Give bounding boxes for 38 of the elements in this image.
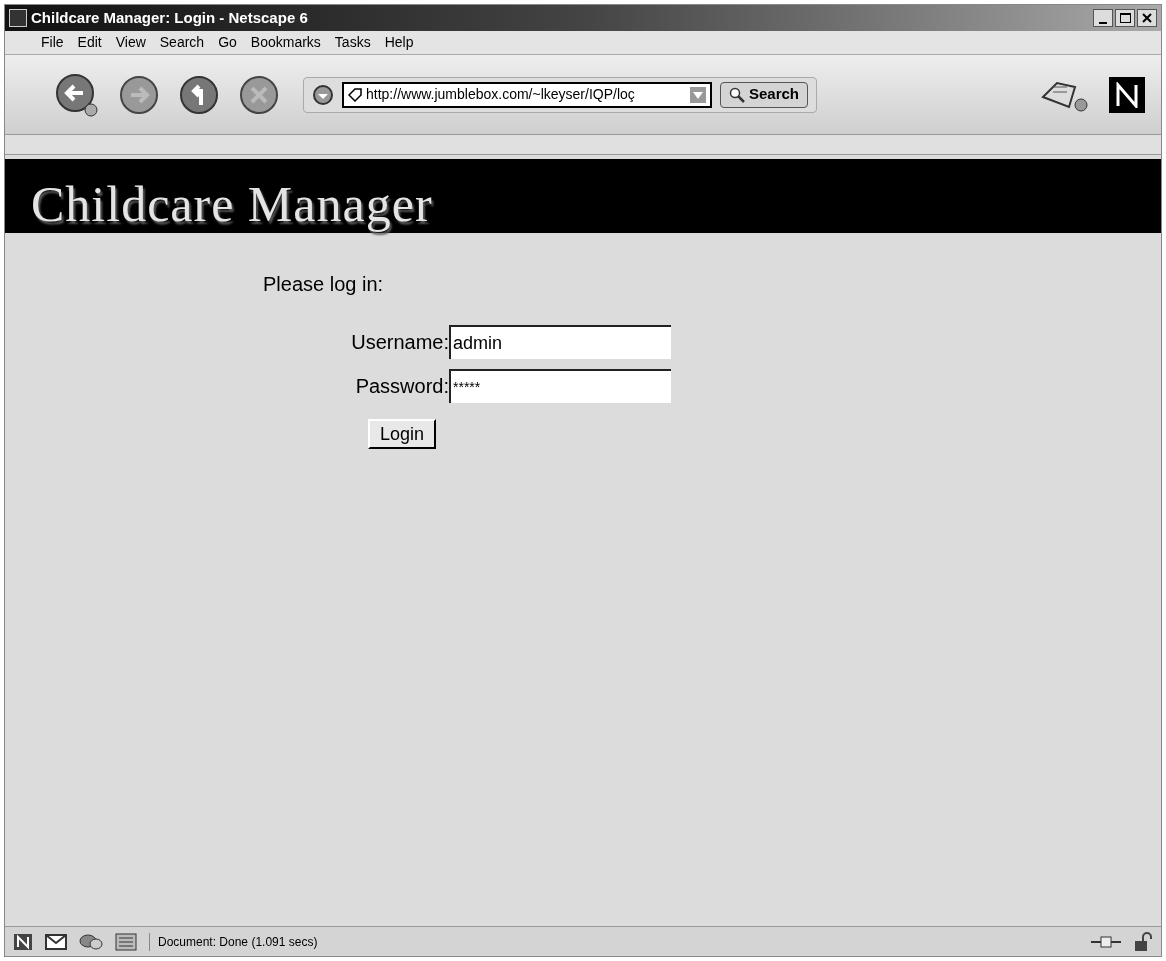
username-field[interactable]: admin [449,325,671,359]
menu-item[interactable]: Tasks [334,32,371,53]
dropdown-icon[interactable] [690,86,706,103]
search-icon [729,86,745,103]
window-title: Childcare Manager: Login - Netscape 6 [31,7,308,28]
banner-title: Childcare Manager [31,175,433,233]
url-field[interactable]: http://www.jumblebox.com/~lkeyser/IQP/loç [342,81,712,108]
status-text: Document: Done (1.091 secs) [149,932,1029,951]
maximize-button[interactable] [1115,9,1135,27]
bookmark-tag-icon [348,87,362,102]
chat-icon[interactable] [79,932,103,951]
close-button[interactable] [1137,9,1157,27]
login-button[interactable]: Login [368,419,437,449]
navigator-icon[interactable] [13,932,33,951]
menu-item[interactable]: Bookmarks [250,32,321,53]
connection-icon [1091,934,1121,949]
field-label: Username: [351,330,449,355]
menu-item[interactable]: File [41,32,64,53]
menu-item[interactable]: Search [159,32,205,53]
reload-button[interactable] [179,74,219,115]
menu-item[interactable]: Help [384,32,414,53]
menu-item[interactable]: View [115,32,146,53]
location-icon[interactable] [312,83,334,106]
menu-item[interactable]: Go [218,32,237,53]
back-button[interactable] [55,72,99,117]
login-prompt: Please log in: [263,272,385,297]
password-field[interactable]: ***** [449,369,671,403]
forward-button[interactable] [119,74,159,115]
menu-item[interactable]: Edit [77,32,102,53]
netscape-logo[interactable] [1109,76,1145,113]
stop-button[interactable] [239,74,279,115]
minimize-button[interactable] [1093,9,1113,27]
field-label: Password: [355,374,449,399]
search-button[interactable]: Search [720,81,809,108]
mail-icon[interactable] [45,933,67,950]
close-icon [1142,13,1152,23]
composer-icon[interactable] [115,932,137,951]
padlock-icon [1133,931,1153,952]
